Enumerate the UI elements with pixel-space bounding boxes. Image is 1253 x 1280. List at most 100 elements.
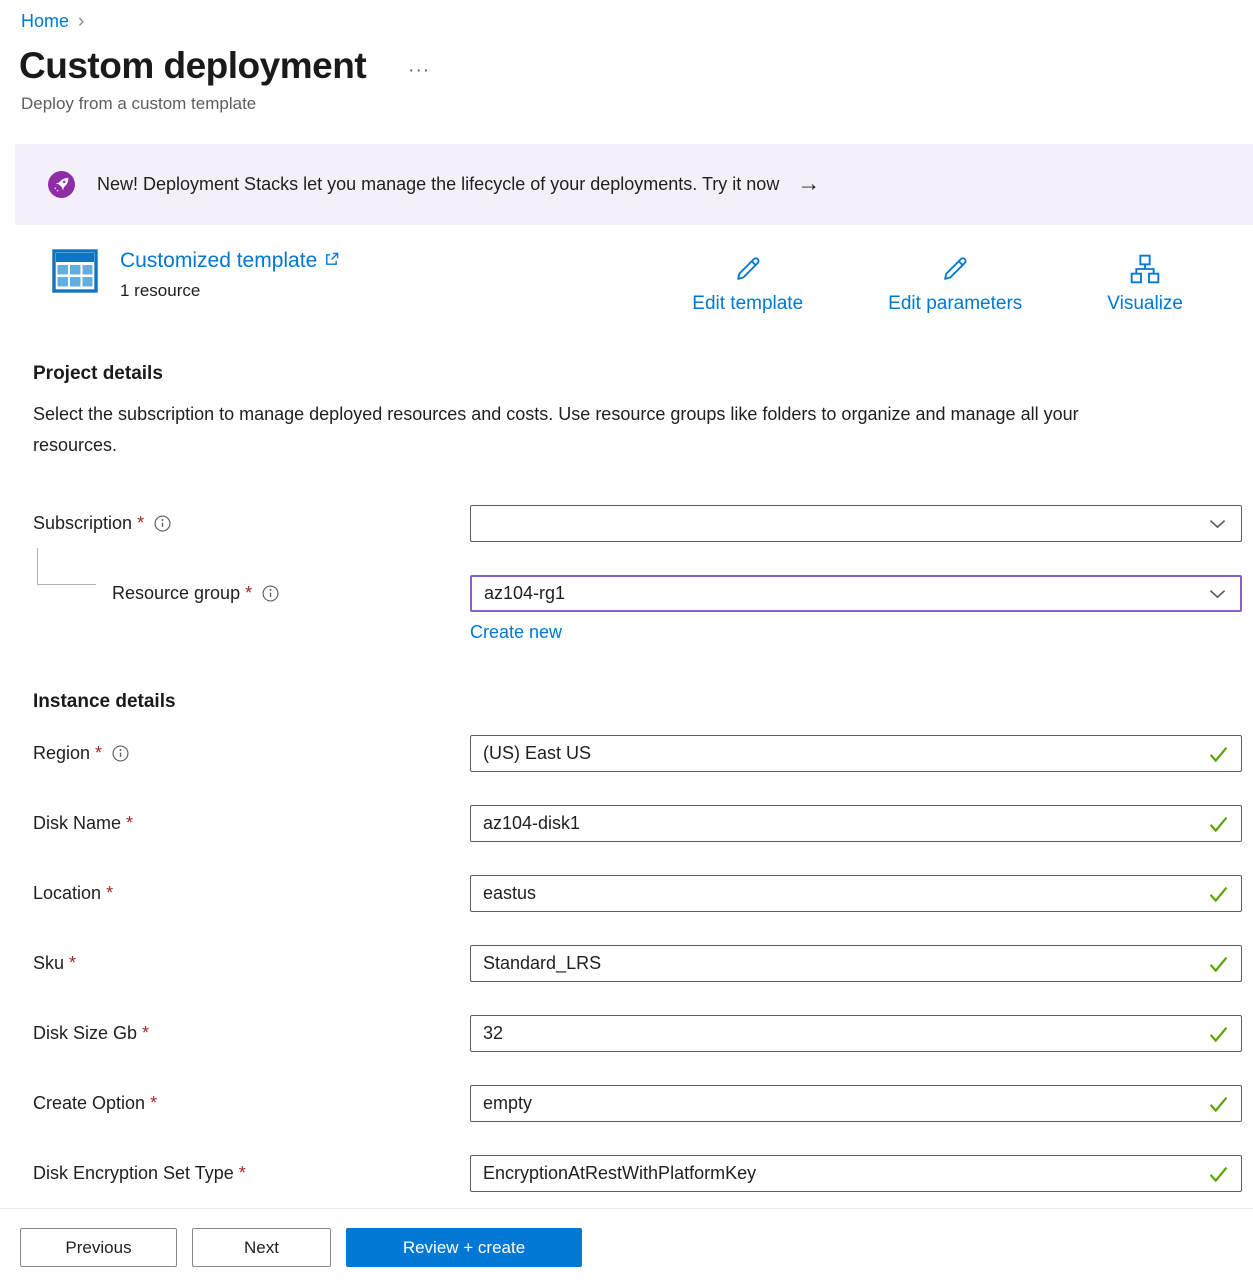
disk-size-gb-label: Disk Size Gb <box>33 1023 137 1044</box>
valid-check-icon <box>1207 1092 1230 1115</box>
valid-check-icon <box>1207 812 1230 835</box>
resource-group-combobox <box>470 575 1242 612</box>
chevron-down-icon[interactable] <box>1208 584 1227 603</box>
field-row-resource-group: Resource group * <box>0 575 1253 612</box>
region-input[interactable] <box>470 735 1242 772</box>
create-option-field <box>470 1085 1242 1122</box>
required-marker: * <box>245 583 252 604</box>
custom-deployment-page: Home › Custom deployment ··· Deploy from… <box>0 0 1253 1280</box>
required-marker: * <box>106 883 113 904</box>
page-content: Home › Custom deployment ··· Deploy from… <box>0 0 1253 1208</box>
pencil-icon <box>732 253 764 290</box>
field-row-create-option: Create Option * <box>0 1085 1253 1122</box>
info-icon[interactable] <box>154 515 171 532</box>
disk-name-field <box>470 805 1242 842</box>
template-icon <box>52 249 98 301</box>
field-row-disk-encryption-set-type: Disk Encryption Set Type * <box>0 1155 1253 1192</box>
section-heading-project-details: Project details <box>0 363 1253 385</box>
visualize-button[interactable]: Visualize <box>1107 253 1183 315</box>
field-row-sku: Sku * <box>0 945 1253 982</box>
sku-input[interactable] <box>470 945 1242 982</box>
edit-parameters-label: Edit parameters <box>888 293 1022 315</box>
chevron-down-icon[interactable] <box>1208 514 1227 533</box>
disk-encryption-set-type-input[interactable] <box>470 1155 1242 1192</box>
valid-check-icon <box>1207 1162 1230 1185</box>
template-row: Customized template 1 resource <box>0 225 1253 315</box>
disk-size-gb-label-group: Disk Size Gb * <box>33 1023 470 1044</box>
deployment-stacks-banner[interactable]: New! Deployment Stacks let you manage th… <box>15 144 1253 225</box>
disk-name-input[interactable] <box>470 805 1242 842</box>
section-heading-instance-details: Instance details <box>0 691 1253 713</box>
create-option-input[interactable] <box>470 1085 1242 1122</box>
sku-label-group: Sku * <box>33 953 470 974</box>
customized-template-label: Customized template <box>120 249 317 273</box>
review-create-button[interactable]: Review + create <box>346 1228 582 1267</box>
more-options-button[interactable]: ··· <box>408 50 430 82</box>
required-marker: * <box>150 1093 157 1114</box>
template-text: Customized template 1 resource <box>120 249 339 301</box>
create-new-link[interactable]: Create new <box>470 622 562 642</box>
location-label: Location <box>33 883 101 904</box>
breadcrumb-home-link[interactable]: Home <box>21 11 69 32</box>
title-row: Custom deployment ··· <box>0 33 1253 87</box>
disk-encryption-set-type-label-group: Disk Encryption Set Type * <box>33 1163 470 1184</box>
resource-group-label-group: Resource group * <box>33 583 470 604</box>
resource-group-input[interactable] <box>470 575 1242 612</box>
pencil-icon <box>939 253 971 290</box>
banner-message: New! Deployment Stacks let you manage th… <box>97 174 779 195</box>
subscription-label: Subscription <box>33 513 132 534</box>
arrow-right-icon: → <box>797 170 820 199</box>
page-title: Custom deployment <box>19 45 366 87</box>
template-info: Customized template 1 resource <box>52 249 339 301</box>
field-row-subscription: Subscription * <box>0 505 1253 542</box>
edit-template-label: Edit template <box>692 293 803 315</box>
disk-encryption-set-type-field <box>470 1155 1242 1192</box>
valid-check-icon <box>1207 742 1230 765</box>
location-input[interactable] <box>470 875 1242 912</box>
previous-button[interactable]: Previous <box>20 1228 177 1267</box>
edit-parameters-button[interactable]: Edit parameters <box>888 253 1022 315</box>
sku-field <box>470 945 1242 982</box>
rocket-icon <box>48 171 75 198</box>
disk-name-label: Disk Name <box>33 813 121 834</box>
disk-size-gb-field <box>470 1015 1242 1052</box>
project-details-description: Select the subscription to manage deploy… <box>0 399 1165 461</box>
subscription-combobox <box>470 505 1242 542</box>
edit-template-button[interactable]: Edit template <box>692 253 803 315</box>
location-field <box>470 875 1242 912</box>
breadcrumb: Home › <box>0 0 1253 33</box>
required-marker: * <box>69 953 76 974</box>
region-label-group: Region * <box>33 743 470 764</box>
customized-template-link[interactable]: Customized template <box>120 249 339 273</box>
subscription-label-group: Subscription * <box>33 513 470 534</box>
visualize-icon <box>1129 253 1161 290</box>
disk-size-gb-input[interactable] <box>470 1015 1242 1052</box>
create-option-label-group: Create Option * <box>33 1093 470 1114</box>
required-marker: * <box>137 513 144 534</box>
required-marker: * <box>126 813 133 834</box>
valid-check-icon <box>1207 882 1230 905</box>
external-link-icon <box>324 249 339 273</box>
valid-check-icon <box>1207 1022 1230 1045</box>
template-toolbar: Edit template Edit parameters <box>692 249 1183 315</box>
subscription-input[interactable] <box>470 505 1242 542</box>
disk-encryption-set-type-label: Disk Encryption Set Type <box>33 1163 234 1184</box>
field-row-region: Region * <box>0 735 1253 772</box>
field-row-disk-name: Disk Name * <box>0 805 1253 842</box>
location-label-group: Location * <box>33 883 470 904</box>
next-button[interactable]: Next <box>192 1228 331 1267</box>
field-row-location: Location * <box>0 875 1253 912</box>
hierarchy-connector-line <box>37 548 96 585</box>
sku-label: Sku <box>33 953 64 974</box>
region-field <box>470 735 1242 772</box>
resource-count: 1 resource <box>120 281 339 301</box>
breadcrumb-separator-icon: › <box>78 10 84 33</box>
create-option-label: Create Option <box>33 1093 145 1114</box>
required-marker: * <box>95 743 102 764</box>
info-icon[interactable] <box>112 745 129 762</box>
valid-check-icon <box>1207 952 1230 975</box>
footer-action-bar: Previous Next Review + create <box>0 1208 1253 1280</box>
region-label: Region <box>33 743 90 764</box>
resource-group-label: Resource group <box>112 583 240 604</box>
info-icon[interactable] <box>262 585 279 602</box>
